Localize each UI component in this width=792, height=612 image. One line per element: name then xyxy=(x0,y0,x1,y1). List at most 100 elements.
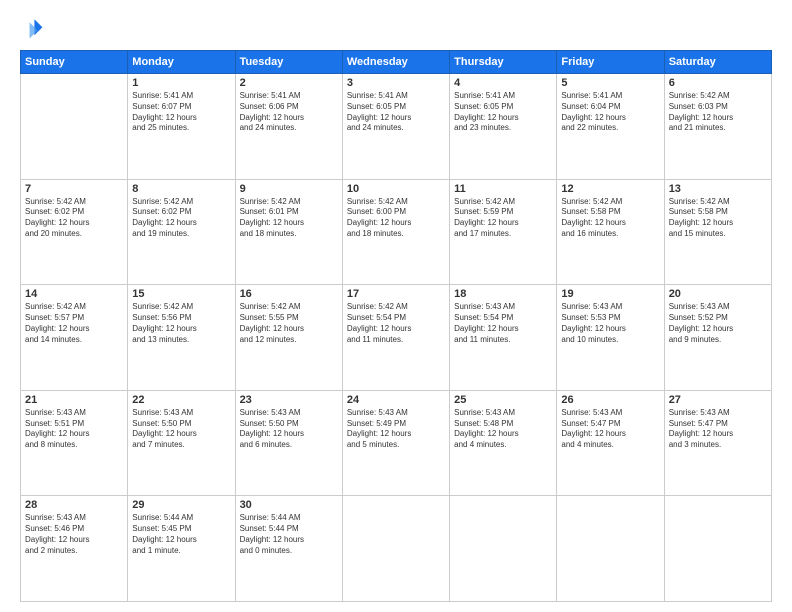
week-row-4: 28Sunrise: 5:43 AMSunset: 5:46 PMDayligh… xyxy=(21,496,772,602)
calendar-cell: 17 Sunrise: 5:42 AMSunset: 5:54 PMDayligh… xyxy=(342,285,449,391)
day-number: 5 xyxy=(561,77,659,89)
calendar-cell: 27 Sunrise: 5:43 AMSunset: 5:47 PMDayligh… xyxy=(664,390,771,496)
day-number: 10 xyxy=(347,183,445,195)
day-number: 11 xyxy=(454,183,552,195)
cell-content: Sunrise: 5:43 AMSunset: 5:50 PMDaylight:… xyxy=(240,408,338,451)
day-number: 12 xyxy=(561,183,659,195)
day-number: 22 xyxy=(132,394,230,406)
week-row-2: 14 Sunrise: 5:42 AMSunset: 5:57 PMDayligh… xyxy=(21,285,772,391)
weekday-header-monday: Monday xyxy=(128,51,235,74)
cell-content: Sunrise: 5:41 AMSunset: 6:06 PMDaylight:… xyxy=(240,91,338,134)
calendar-cell: 13Sunrise: 5:42 AMSunset: 5:58 PMDayligh… xyxy=(664,179,771,285)
calendar-cell xyxy=(342,496,449,602)
cell-content: Sunrise: 5:43 AMSunset: 5:49 PMDaylight:… xyxy=(347,408,445,451)
week-row-3: 21 Sunrise: 5:43 AMSunset: 5:51 PMDayligh… xyxy=(21,390,772,496)
cell-content: Sunrise: 5:43 AMSunset: 5:47 PMDaylight:… xyxy=(561,408,659,451)
cell-content: Sunrise: 5:43 AMSunset: 5:50 PMDaylight:… xyxy=(132,408,230,451)
calendar-cell: 9 Sunrise: 5:42 AMSunset: 6:01 PMDaylight… xyxy=(235,179,342,285)
weekday-header-saturday: Saturday xyxy=(664,51,771,74)
day-number: 16 xyxy=(240,288,338,300)
cell-content: Sunrise: 5:41 AMSunset: 6:07 PMDaylight:… xyxy=(132,91,230,134)
day-number: 6 xyxy=(669,77,767,89)
weekday-header-sunday: Sunday xyxy=(21,51,128,74)
cell-content: Sunrise: 5:43 AMSunset: 5:48 PMDaylight:… xyxy=(454,408,552,451)
cell-content: Sunrise: 5:41 AMSunset: 6:05 PMDaylight:… xyxy=(347,91,445,134)
day-number: 9 xyxy=(240,183,338,195)
cell-content: Sunrise: 5:42 AMSunset: 6:02 PMDaylight:… xyxy=(25,197,123,240)
calendar-cell xyxy=(21,74,128,180)
cell-content: Sunrise: 5:42 AMSunset: 6:03 PMDaylight:… xyxy=(669,91,767,134)
cell-content: Sunrise: 5:42 AMSunset: 6:01 PMDaylight:… xyxy=(240,197,338,240)
calendar-cell: 12 Sunrise: 5:42 AMSunset: 5:58 PMDayligh… xyxy=(557,179,664,285)
day-number: 27 xyxy=(669,394,767,406)
calendar-cell: 18Sunrise: 5:43 AMSunset: 5:54 PMDayligh… xyxy=(450,285,557,391)
cell-content: Sunrise: 5:44 AMSunset: 5:44 PMDaylight:… xyxy=(240,513,338,556)
weekday-header-thursday: Thursday xyxy=(450,51,557,74)
calendar-cell: 1 Sunrise: 5:41 AMSunset: 6:07 PMDaylight… xyxy=(128,74,235,180)
day-number: 29 xyxy=(132,499,230,511)
cell-content: Sunrise: 5:42 AMSunset: 5:54 PMDaylight:… xyxy=(347,302,445,345)
cell-content: Sunrise: 5:43 AMSunset: 5:47 PMDaylight:… xyxy=(669,408,767,451)
day-number: 2 xyxy=(240,77,338,89)
cell-content: Sunrise: 5:42 AMSunset: 5:57 PMDaylight:… xyxy=(25,302,123,345)
day-number: 23 xyxy=(240,394,338,406)
calendar-cell: 24 Sunrise: 5:43 AMSunset: 5:49 PMDayligh… xyxy=(342,390,449,496)
cell-content: Sunrise: 5:41 AMSunset: 6:04 PMDaylight:… xyxy=(561,91,659,134)
calendar-cell: 28Sunrise: 5:43 AMSunset: 5:46 PMDayligh… xyxy=(21,496,128,602)
weekday-header-row: SundayMondayTuesdayWednesdayThursdayFrid… xyxy=(21,51,772,74)
calendar-cell xyxy=(664,496,771,602)
calendar-cell: 21 Sunrise: 5:43 AMSunset: 5:51 PMDayligh… xyxy=(21,390,128,496)
cell-content: Sunrise: 5:43 AMSunset: 5:51 PMDaylight:… xyxy=(25,408,123,451)
day-number: 28 xyxy=(25,499,123,511)
logo-icon xyxy=(20,16,44,40)
calendar-cell: 3 Sunrise: 5:41 AMSunset: 6:05 PMDaylight… xyxy=(342,74,449,180)
cell-content: Sunrise: 5:43 AMSunset: 5:54 PMDaylight:… xyxy=(454,302,552,345)
calendar-cell: 4 Sunrise: 5:41 AMSunset: 6:05 PMDaylight… xyxy=(450,74,557,180)
calendar-cell: 10 Sunrise: 5:42 AMSunset: 6:00 PMDayligh… xyxy=(342,179,449,285)
cell-content: Sunrise: 5:43 AMSunset: 5:52 PMDaylight:… xyxy=(669,302,767,345)
cell-content: Sunrise: 5:44 AMSunset: 5:45 PMDaylight:… xyxy=(132,513,230,556)
calendar-cell: 7 Sunrise: 5:42 AMSunset: 6:02 PMDaylight… xyxy=(21,179,128,285)
calendar-cell: 23 Sunrise: 5:43 AMSunset: 5:50 PMDayligh… xyxy=(235,390,342,496)
calendar-cell: 16Sunrise: 5:42 AMSunset: 5:55 PMDayligh… xyxy=(235,285,342,391)
cell-content: Sunrise: 5:42 AMSunset: 6:00 PMDaylight:… xyxy=(347,197,445,240)
day-number: 25 xyxy=(454,394,552,406)
day-number: 26 xyxy=(561,394,659,406)
day-number: 20 xyxy=(669,288,767,300)
day-number: 8 xyxy=(132,183,230,195)
weekday-header-friday: Friday xyxy=(557,51,664,74)
calendar-cell: 29 Sunrise: 5:44 AMSunset: 5:45 PMDayligh… xyxy=(128,496,235,602)
calendar-cell xyxy=(450,496,557,602)
calendar-cell: 22 Sunrise: 5:43 AMSunset: 5:50 PMDayligh… xyxy=(128,390,235,496)
day-number: 3 xyxy=(347,77,445,89)
calendar-cell: 25 Sunrise: 5:43 AMSunset: 5:48 PMDayligh… xyxy=(450,390,557,496)
cell-content: Sunrise: 5:42 AMSunset: 6:02 PMDaylight:… xyxy=(132,197,230,240)
day-number: 24 xyxy=(347,394,445,406)
calendar-cell: 14 Sunrise: 5:42 AMSunset: 5:57 PMDayligh… xyxy=(21,285,128,391)
day-number: 19 xyxy=(561,288,659,300)
calendar-cell: 11 Sunrise: 5:42 AMSunset: 5:59 PMDayligh… xyxy=(450,179,557,285)
cell-content: Sunrise: 5:41 AMSunset: 6:05 PMDaylight:… xyxy=(454,91,552,134)
day-number: 7 xyxy=(25,183,123,195)
day-number: 4 xyxy=(454,77,552,89)
day-number: 15 xyxy=(132,288,230,300)
calendar-cell: 8 Sunrise: 5:42 AMSunset: 6:02 PMDaylight… xyxy=(128,179,235,285)
logo xyxy=(20,16,48,40)
calendar-cell: 2 Sunrise: 5:41 AMSunset: 6:06 PMDaylight… xyxy=(235,74,342,180)
calendar-cell: 6 Sunrise: 5:42 AMSunset: 6:03 PMDaylight… xyxy=(664,74,771,180)
day-number: 13 xyxy=(669,183,767,195)
cell-content: Sunrise: 5:42 AMSunset: 5:58 PMDaylight:… xyxy=(561,197,659,240)
header xyxy=(20,16,772,40)
calendar-cell: 20 Sunrise: 5:43 AMSunset: 5:52 PMDayligh… xyxy=(664,285,771,391)
day-number: 21 xyxy=(25,394,123,406)
day-number: 14 xyxy=(25,288,123,300)
calendar-cell: 19Sunrise: 5:43 AMSunset: 5:53 PMDayligh… xyxy=(557,285,664,391)
weekday-header-tuesday: Tuesday xyxy=(235,51,342,74)
calendar-cell: 15 Sunrise: 5:42 AMSunset: 5:56 PMDayligh… xyxy=(128,285,235,391)
day-number: 17 xyxy=(347,288,445,300)
cell-content: Sunrise: 5:42 AMSunset: 5:56 PMDaylight:… xyxy=(132,302,230,345)
week-row-1: 7 Sunrise: 5:42 AMSunset: 6:02 PMDaylight… xyxy=(21,179,772,285)
cell-content: Sunrise: 5:42 AMSunset: 5:59 PMDaylight:… xyxy=(454,197,552,240)
calendar-table: SundayMondayTuesdayWednesdayThursdayFrid… xyxy=(20,50,772,602)
day-number: 1 xyxy=(132,77,230,89)
